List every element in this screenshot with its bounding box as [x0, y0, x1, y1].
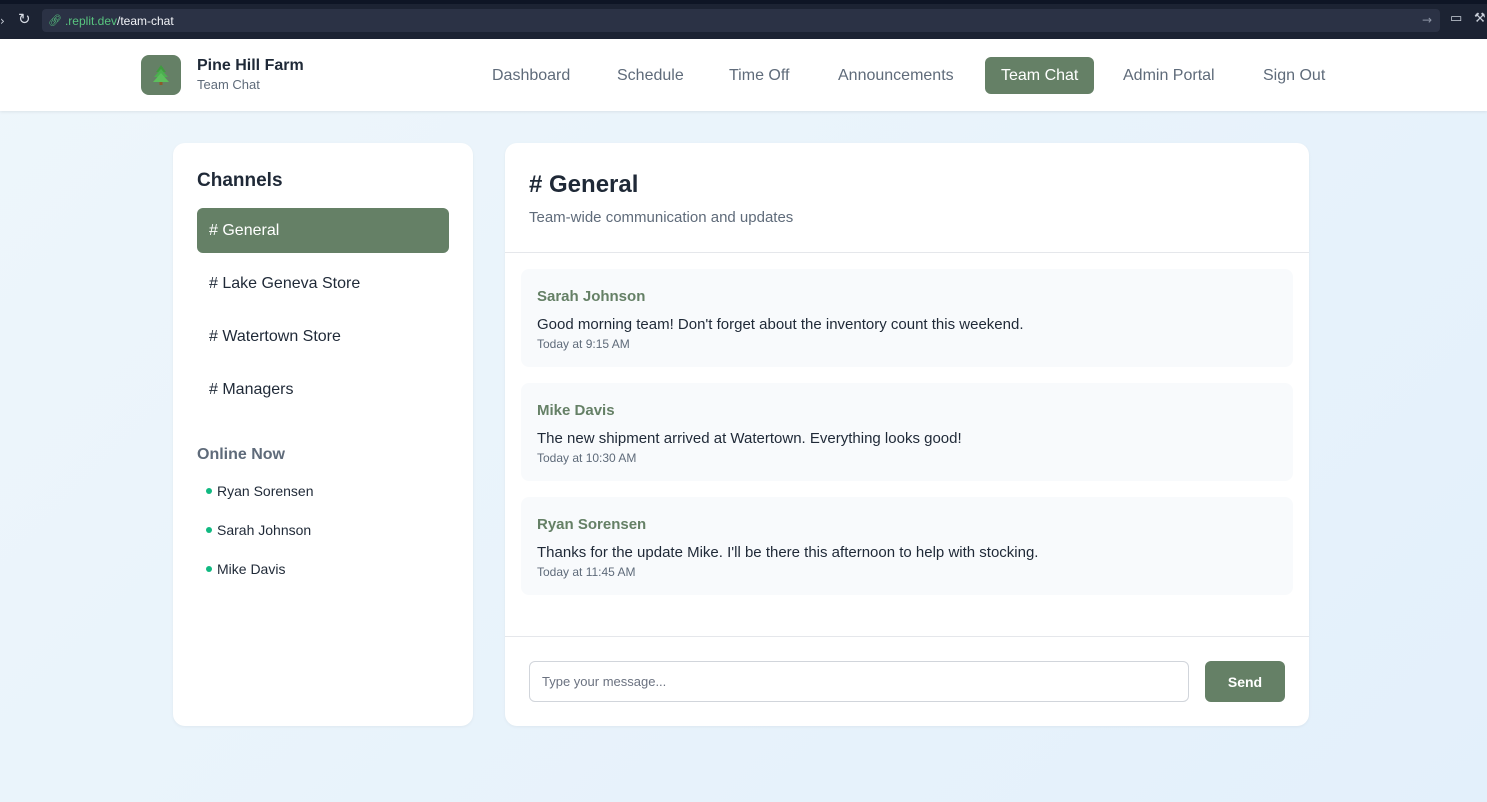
- chat-header: # General Team-wide communication and up…: [505, 143, 1309, 253]
- monitor-icon[interactable]: ▭: [1450, 11, 1462, 26]
- message-author[interactable]: Ryan Sorensen: [537, 516, 646, 533]
- channel-title: # General: [529, 171, 639, 198]
- message-author[interactable]: Mike Davis: [537, 402, 615, 419]
- link-icon: 🔗︎: [48, 14, 62, 27]
- message-item: Ryan Sorensen Thanks for the update Mike…: [521, 497, 1293, 595]
- chevron-right-icon[interactable]: ›: [0, 14, 5, 28]
- reload-icon[interactable]: ↻: [18, 10, 36, 28]
- online-user: Sarah Johnson: [206, 522, 311, 538]
- url-path: /team-chat: [117, 13, 174, 28]
- message-timestamp: Today at 10:30 AM: [537, 451, 637, 465]
- nav-dashboard[interactable]: Dashboard: [476, 57, 586, 94]
- online-user-name: Sarah Johnson: [217, 522, 312, 538]
- arrow-right-icon[interactable]: →: [1422, 13, 1432, 27]
- online-user: Ryan Sorensen: [206, 483, 314, 499]
- message-timestamp: Today at 11:45 AM: [537, 565, 636, 579]
- online-status-dot: [206, 527, 212, 533]
- message-item: Sarah Johnson Good morning team! Don't f…: [521, 269, 1293, 367]
- chat-panel: # General Team-wide communication and up…: [505, 143, 1309, 726]
- channels-panel: Channels # General # Lake Geneva Store #…: [173, 143, 473, 726]
- channels-title: Channels: [197, 170, 283, 191]
- online-status-dot: [206, 566, 212, 572]
- channel-general[interactable]: # General: [197, 208, 449, 253]
- channel-lake-geneva-store[interactable]: # Lake Geneva Store: [197, 261, 449, 306]
- message-text: The new shipment arrived at Watertown. E…: [537, 430, 962, 447]
- message-item: Mike Davis The new shipment arrived at W…: [521, 383, 1293, 481]
- channel-description: Team-wide communication and updates: [529, 209, 794, 226]
- nav-announcements[interactable]: Announcements: [822, 57, 970, 94]
- message-input[interactable]: [529, 661, 1189, 702]
- wrench-icon[interactable]: ⚒: [1474, 11, 1486, 26]
- browser-toolbar: › ↻ 🔗︎ .replit.dev /team-chat → ▭ ⚒: [0, 0, 1487, 39]
- nav-admin-portal[interactable]: Admin Portal: [1107, 57, 1231, 94]
- nav-time-off[interactable]: Time Off: [713, 57, 805, 94]
- message-text: Good morning team! Don't forget about th…: [537, 316, 1024, 333]
- channel-managers[interactable]: # Managers: [197, 367, 449, 412]
- app-header: Pine Hill Farm Team Chat Dashboard Sched…: [0, 39, 1487, 111]
- message-timestamp: Today at 9:15 AM: [537, 337, 630, 351]
- channel-watertown-store[interactable]: # Watertown Store: [197, 314, 449, 359]
- online-now-title: Online Now: [197, 446, 285, 463]
- browser-tab-strip: [0, 0, 1487, 4]
- online-status-dot: [206, 488, 212, 494]
- message-author[interactable]: Sarah Johnson: [537, 288, 645, 305]
- url-bar[interactable]: 🔗︎ .replit.dev /team-chat →: [42, 9, 1440, 32]
- nav-schedule[interactable]: Schedule: [601, 57, 700, 94]
- online-user: Mike Davis: [206, 561, 285, 577]
- send-button[interactable]: Send: [1205, 661, 1285, 702]
- url-host: .replit.dev: [64, 13, 117, 28]
- nav-sign-out[interactable]: Sign Out: [1247, 57, 1341, 94]
- online-user-name: Mike Davis: [217, 561, 286, 577]
- online-user-name: Ryan Sorensen: [217, 483, 314, 499]
- message-composer: Send: [505, 636, 1309, 726]
- message-text: Thanks for the update Mike. I'll be ther…: [537, 544, 1039, 561]
- main-nav: Dashboard Schedule Time Off Announcement…: [0, 57, 1487, 95]
- nav-team-chat[interactable]: Team Chat: [985, 57, 1095, 94]
